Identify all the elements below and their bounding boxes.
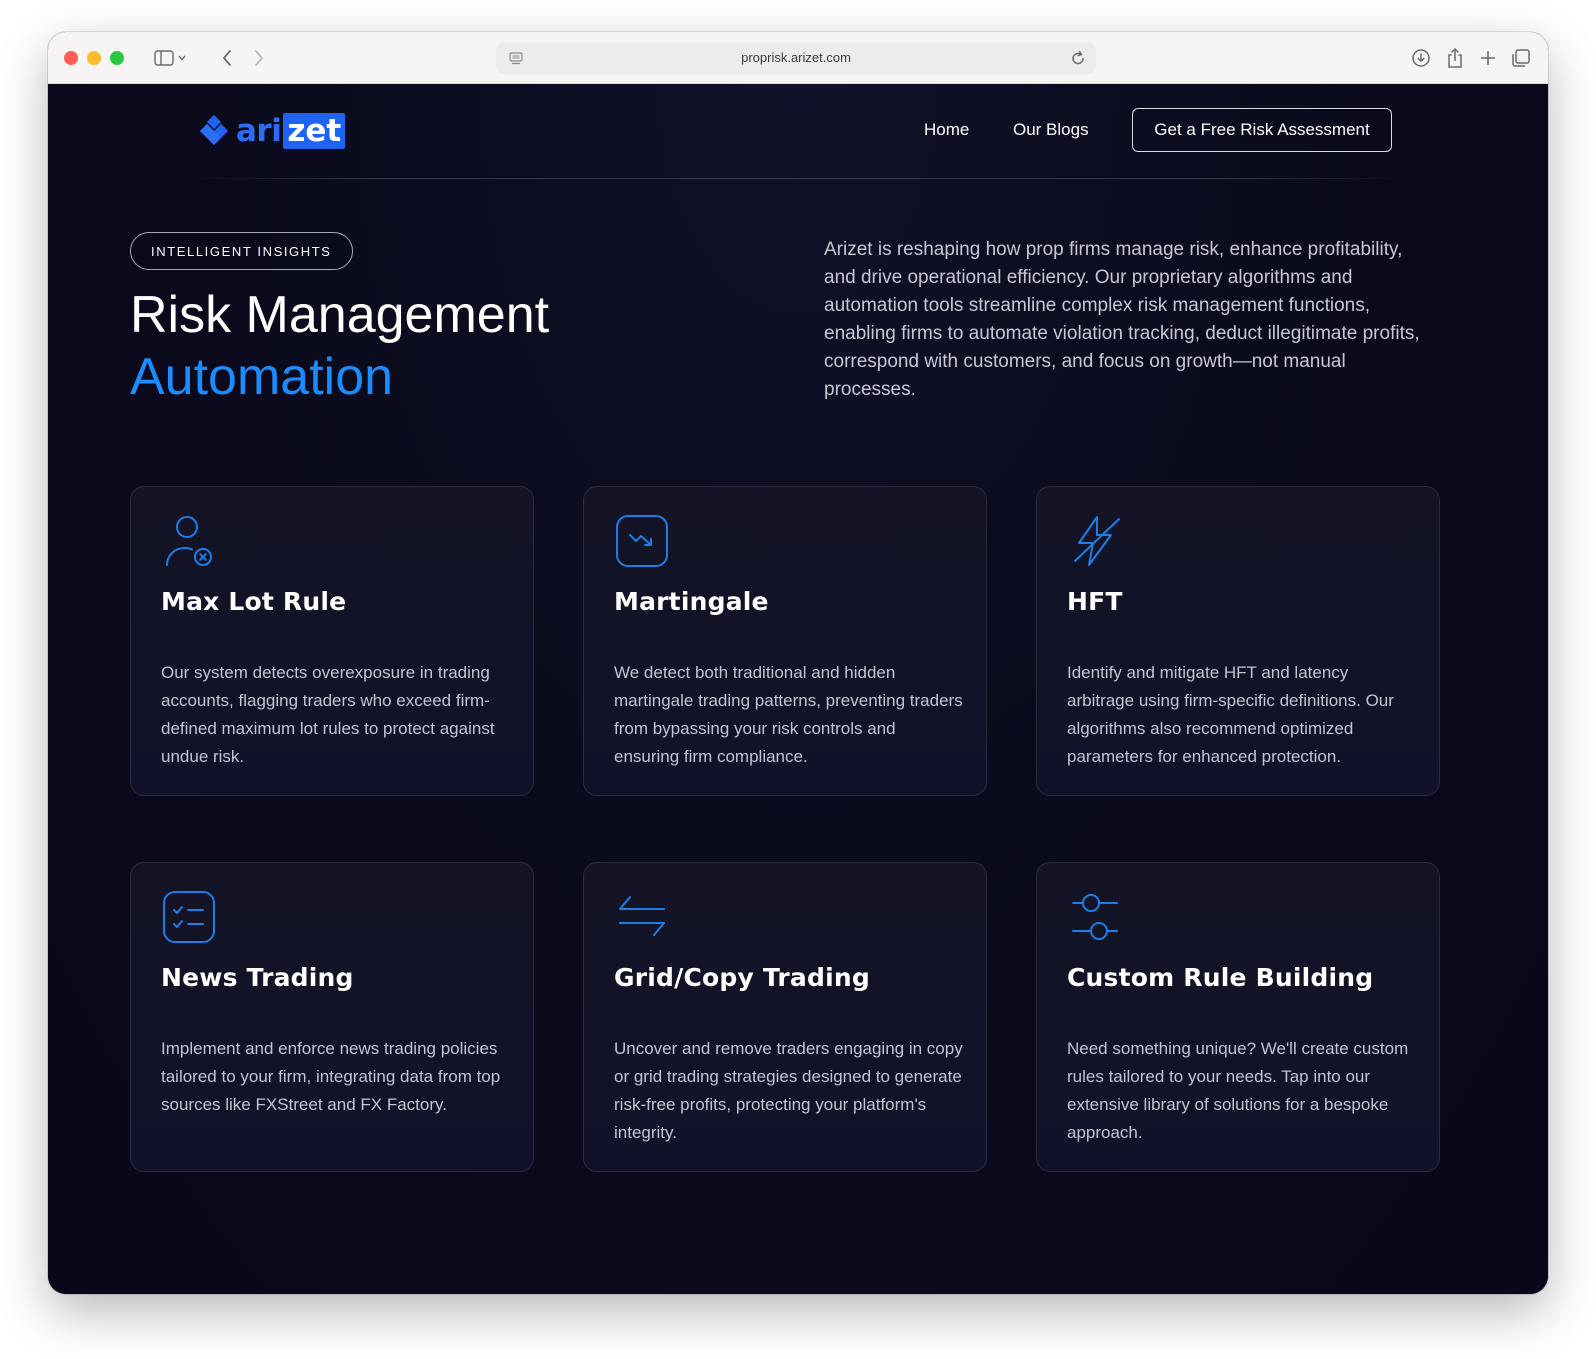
tab-overview-button[interactable] xyxy=(1506,42,1536,74)
sidebar-icon xyxy=(154,50,186,66)
minimize-window-button[interactable] xyxy=(87,51,101,65)
feature-card-martingale: Martingale We detect both traditional an… xyxy=(583,486,987,796)
card-description: Uncover and remove traders engaging in c… xyxy=(614,1039,963,1142)
card-title: Max Lot Rule xyxy=(161,587,347,616)
logo-text-ari: ari xyxy=(236,113,282,149)
card-description: Identify and mitigate HFT and latency ar… xyxy=(1067,663,1394,766)
downloads-button[interactable] xyxy=(1406,42,1436,74)
title-line-1: Risk Management xyxy=(130,286,550,344)
tabs-icon xyxy=(1512,49,1530,67)
plus-icon xyxy=(1481,51,1495,65)
logo-text-zet: zet xyxy=(283,113,346,149)
reload-icon[interactable] xyxy=(1070,49,1086,67)
nav-link-our-blogs[interactable]: Our Blogs xyxy=(1013,120,1089,140)
free-risk-assessment-button[interactable]: Get a Free Risk Assessment xyxy=(1132,108,1392,152)
flash-off-icon xyxy=(1074,516,1120,566)
card-description: Our system detects overexposure in tradi… xyxy=(161,663,495,766)
browser-window: proprisk.arizet.com ari zet Home Our Blo… xyxy=(48,32,1548,1294)
checklist-icon xyxy=(163,891,215,943)
download-icon xyxy=(1412,49,1430,67)
close-window-button[interactable] xyxy=(64,51,78,65)
card-description: Implement and enforce news trading polic… xyxy=(161,1039,501,1114)
arrows-swap-icon xyxy=(619,896,665,936)
chevron-left-icon xyxy=(222,50,231,66)
page-content: ari zet Home Our Blogs Get a Free Risk A… xyxy=(48,84,1548,1294)
browser-toolbar: proprisk.arizet.com xyxy=(48,32,1548,84)
back-button[interactable] xyxy=(212,42,242,74)
card-title: Custom Rule Building xyxy=(1067,963,1374,992)
card-title: Martingale xyxy=(614,587,769,616)
zoom-window-button[interactable] xyxy=(110,51,124,65)
chevron-right-icon xyxy=(255,50,264,66)
feature-card-news-trading: News Trading Implement and enforce news … xyxy=(130,862,534,1172)
trend-down-icon xyxy=(616,515,668,567)
header-divider xyxy=(188,178,1408,179)
user-x-icon xyxy=(166,516,212,566)
card-title: HFT xyxy=(1067,587,1123,616)
feature-card-grid-copy-trading: Grid/Copy Trading Uncover and remove tra… xyxy=(583,862,987,1172)
card-title: Grid/Copy Trading xyxy=(614,963,870,992)
address-bar[interactable]: proprisk.arizet.com xyxy=(496,42,1096,74)
feature-card-custom-rule-building: Custom Rule Building Need something uniq… xyxy=(1036,862,1440,1172)
diamond-logo-icon xyxy=(200,115,229,146)
site-logo[interactable]: ari zet xyxy=(200,111,346,151)
feature-card-hft: HFT Identify and mitigate HFT and latenc… xyxy=(1036,486,1440,796)
hero-description: Arizet is reshaping how prop firms manag… xyxy=(824,239,1420,400)
share-button[interactable] xyxy=(1440,42,1470,74)
nav-link-home[interactable]: Home xyxy=(924,120,969,140)
section-badge: INTELLIGENT INSIGHTS xyxy=(130,232,353,270)
card-description: We detect both traditional and hidden ma… xyxy=(614,663,963,766)
sidebar-toggle-button[interactable] xyxy=(144,42,198,74)
card-description: Need something unique? We'll create cust… xyxy=(1067,1039,1409,1142)
site-header: ari zet Home Our Blogs Get a Free Risk A… xyxy=(48,84,1548,180)
url-text: proprisk.arizet.com xyxy=(741,50,851,65)
title-line-2-accent: Automation xyxy=(130,348,394,406)
sliders-icon xyxy=(1072,894,1118,940)
share-icon xyxy=(1448,47,1462,68)
forward-button[interactable] xyxy=(244,42,274,74)
feature-card-max-lot-rule: Max Lot Rule Our system detects overexpo… xyxy=(130,486,534,796)
page-title: Risk Management Automation xyxy=(130,284,549,408)
new-tab-button[interactable] xyxy=(1473,42,1503,74)
card-title: News Trading xyxy=(161,963,354,992)
